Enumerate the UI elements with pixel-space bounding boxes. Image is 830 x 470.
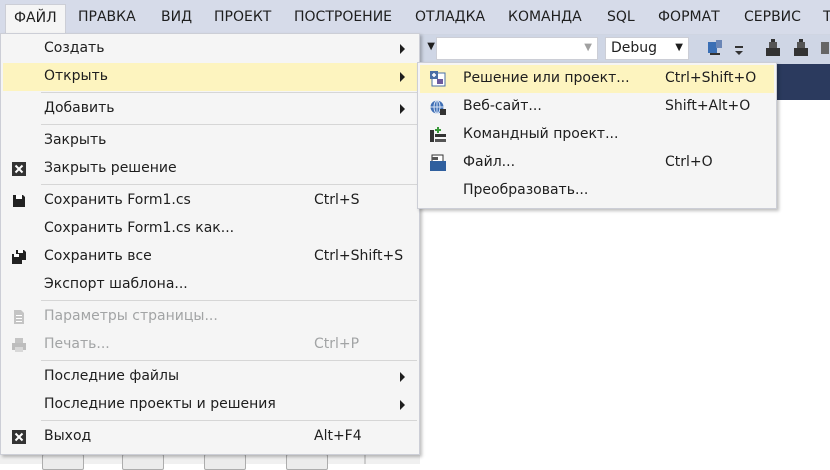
file-menu-item-label: Закрыть [44, 132, 107, 148]
save-icon [11, 193, 27, 209]
menubar-item-8[interactable]: ФОРМАТ [652, 6, 726, 28]
menubar-item-1[interactable]: ПРАВКА [72, 6, 142, 28]
file-menu-item[interactable]: Закрыть решение [3, 155, 417, 183]
file-menu-item[interactable]: Сохранить все Ctrl+Shift+S [3, 243, 417, 271]
open-submenu-item[interactable]: Файл... Ctrl+O [420, 149, 774, 177]
open-submenu-item-label: Веб-сайт... [463, 98, 542, 114]
website-icon [429, 98, 447, 116]
open-submenu-item[interactable]: Решение или проект... Ctrl+Shift+O [420, 65, 774, 93]
config-combo-value: Debug [611, 40, 658, 56]
file-menu-item[interactable]: Сохранить Form1.cs Ctrl+S [3, 187, 417, 215]
shortcut-label: Ctrl+Shift+O [665, 70, 757, 86]
file-menu-item[interactable]: Открыть [3, 63, 417, 91]
file-menu-item-label: Сохранить Form1.cs [44, 192, 191, 208]
save-all-icon [11, 249, 27, 265]
platform-combo[interactable]: ▼ [436, 37, 598, 60]
open-submenu-item[interactable]: Преобразовать... [420, 177, 774, 205]
toolbar-overflow-icon[interactable] [731, 38, 749, 58]
chevron-down-icon: ▼ [584, 42, 592, 53]
menubar-item-6[interactable]: КОМАНДА [502, 6, 588, 28]
open-submenu-item[interactable]: Веб-сайт... Shift+Alt+O [420, 93, 774, 121]
open-solution-icon [429, 70, 447, 88]
chevron-down-icon: ▼ [675, 42, 683, 53]
print-icon [11, 337, 27, 353]
open-file-icon [429, 154, 447, 172]
file-menu-item-label: Создать [44, 40, 105, 56]
menubar-item-7[interactable]: SQL [601, 6, 641, 28]
toolbar-icon[interactable] [820, 38, 830, 58]
menubar-item-5[interactable]: ОТЛАДКА [409, 6, 491, 28]
menu-separator [41, 124, 417, 125]
menu-separator [41, 92, 417, 93]
menubar-item-9[interactable]: СЕРВИС [738, 6, 807, 28]
file-menu-item[interactable]: Печать... Ctrl+P [3, 331, 417, 359]
open-submenu-item-label: Командный проект... [463, 126, 619, 142]
menu-separator [41, 420, 417, 421]
team-project-icon [429, 126, 447, 144]
file-menu-item-label: Параметры страницы... [44, 308, 218, 324]
file-menu-item[interactable]: Добавить [3, 95, 417, 123]
menu-separator [41, 360, 417, 361]
menubar-item-0[interactable]: ФАЙЛ [5, 4, 66, 33]
shortcut-label: Alt+F4 [314, 428, 362, 444]
rebuild-icon[interactable] [792, 38, 810, 58]
file-menu-item-label: Закрыть решение [44, 160, 177, 176]
build-icon[interactable] [764, 38, 782, 58]
menubar-item-2[interactable]: ВИД [155, 6, 198, 28]
page-setup-icon [11, 309, 27, 325]
shortcut-label: Ctrl+O [665, 154, 713, 170]
shortcut-label: Shift+Alt+O [665, 98, 751, 114]
file-menu-item-label: Сохранить все [44, 248, 152, 264]
file-menu-item-label: Добавить [44, 100, 115, 116]
open-submenu-item-label: Решение или проект... [463, 70, 630, 86]
exit-icon [11, 429, 27, 445]
file-menu: Создать Открыть Добавить Закрыть Закрыть реш… [0, 33, 420, 455]
submenu-arrow-icon [400, 72, 405, 82]
submenu-arrow-icon [400, 400, 405, 410]
toolbar-dropdown[interactable]: ▼ [423, 37, 435, 60]
designer-button [122, 454, 164, 470]
config-combo[interactable]: Debug ▼ [605, 37, 689, 60]
submenu-arrow-icon [400, 372, 405, 382]
open-submenu-item[interactable]: Командный проект... [420, 121, 774, 149]
file-menu-item[interactable]: Последние файлы [3, 363, 417, 391]
menu-bar: ФАЙЛ ПРАВКА ВИД ПРОЕКТ ПОСТРОЕНИЕ ОТЛАДКА КОМА… [0, 0, 830, 35]
file-menu-item-label: Последние файлы [44, 368, 179, 384]
open-submenu: Решение или проект... Ctrl+Shift+O Веб-сай… [417, 62, 777, 209]
open-submenu-item-label: Преобразовать... [463, 182, 589, 198]
file-menu-item[interactable]: Закрыть [3, 127, 417, 155]
menu-separator [41, 300, 417, 301]
submenu-arrow-icon [400, 104, 405, 114]
designer-button [204, 454, 246, 470]
open-submenu-item-label: Файл... [463, 154, 516, 170]
menubar-item-10[interactable]: Т [817, 6, 830, 28]
file-menu-item[interactable]: Последние проекты и решения [3, 391, 417, 419]
document-tab-strip [776, 64, 830, 100]
submenu-arrow-icon [400, 44, 405, 54]
designer-button [42, 454, 84, 470]
file-menu-item-label: Выход [44, 428, 92, 444]
file-menu-item-label: Сохранить Form1.cs как... [44, 220, 235, 236]
file-menu-item-label: Экспорт шаблона... [44, 276, 188, 292]
file-menu-item-label: Открыть [44, 68, 108, 84]
file-menu-item-label: Печать... [44, 336, 110, 352]
shortcut-label: Ctrl+S [314, 192, 360, 208]
file-menu-item[interactable]: Сохранить Form1.cs как... [3, 215, 417, 243]
find-icon[interactable] [706, 38, 724, 58]
chevron-down-icon: ▼ [427, 41, 435, 52]
file-menu-item[interactable]: Параметры страницы... [3, 303, 417, 331]
file-menu-item[interactable]: Создать [3, 35, 417, 63]
shortcut-label: Ctrl+Shift+S [314, 248, 404, 264]
designer-button [286, 454, 328, 470]
menubar-item-3[interactable]: ПРОЕКТ [208, 6, 277, 28]
file-menu-item[interactable]: Выход Alt+F4 [3, 423, 417, 451]
menu-separator [41, 184, 417, 185]
file-menu-item-label: Последние проекты и решения [44, 396, 276, 412]
file-menu-item[interactable]: Экспорт шаблона... [3, 271, 417, 299]
menubar-item-4[interactable]: ПОСТРОЕНИЕ [288, 6, 398, 28]
shortcut-label: Ctrl+P [314, 336, 360, 352]
close-solution-icon [11, 161, 27, 177]
